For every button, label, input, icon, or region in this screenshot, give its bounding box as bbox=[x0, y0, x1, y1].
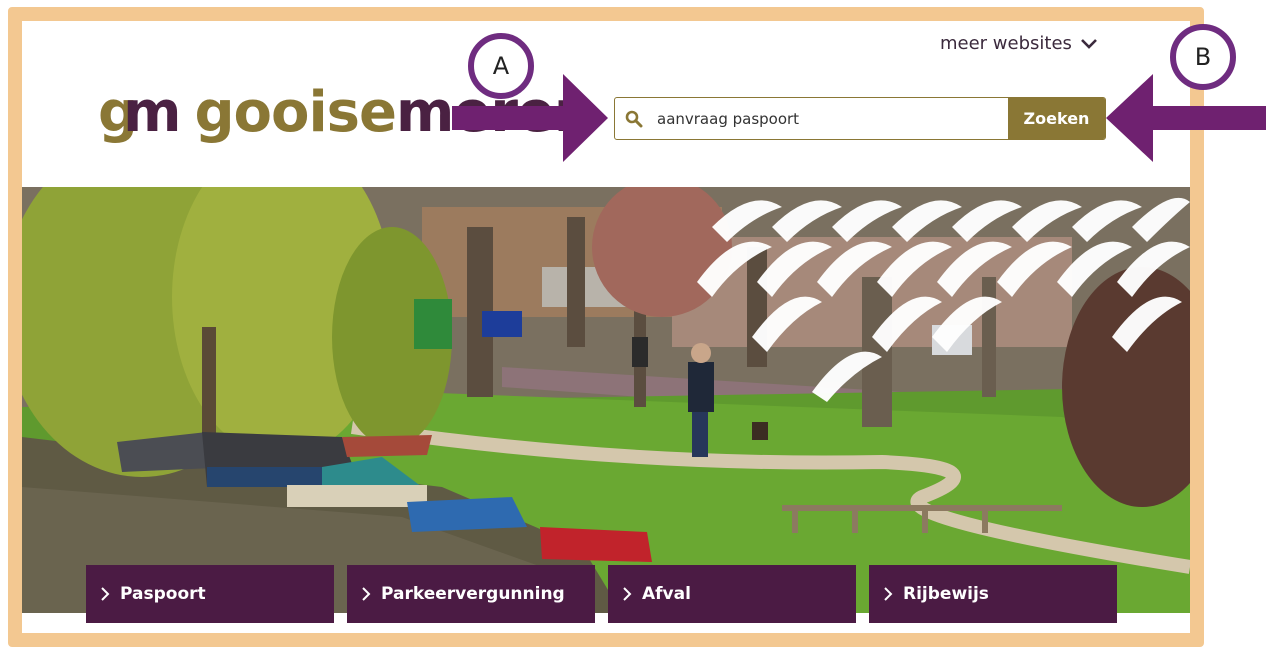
chevron-right-icon bbox=[101, 587, 110, 601]
quick-link-label: Paspoort bbox=[120, 584, 206, 604]
search-icon bbox=[615, 98, 653, 139]
marker-b-label: B bbox=[1194, 43, 1212, 71]
chevron-right-icon bbox=[362, 587, 371, 601]
quick-link-label: Afval bbox=[642, 584, 691, 604]
quick-link-parkeervergunning[interactable]: Parkeervergunning bbox=[347, 565, 595, 623]
marker-b: B bbox=[1170, 24, 1236, 90]
logo-word-part1: gooise bbox=[194, 80, 397, 145]
search-input[interactable] bbox=[653, 98, 1008, 139]
park-canal-photo bbox=[22, 187, 1190, 613]
hero-image bbox=[22, 187, 1190, 613]
chevron-right-icon bbox=[623, 587, 632, 601]
marker-a: A bbox=[468, 33, 534, 99]
more-websites-menu[interactable]: meer websites bbox=[940, 33, 1098, 54]
chevron-down-icon bbox=[1081, 38, 1097, 49]
quick-link-rijbewijs[interactable]: Rijbewijs bbox=[869, 565, 1117, 623]
more-websites-label: meer websites bbox=[940, 33, 1072, 54]
quick-link-paspoort[interactable]: Paspoort bbox=[86, 565, 334, 623]
marker-a-label: A bbox=[492, 52, 510, 80]
search-bar: Zoeken bbox=[614, 97, 1106, 140]
search-button[interactable]: Zoeken bbox=[1008, 98, 1105, 139]
quick-link-label: Parkeervergunning bbox=[381, 584, 565, 604]
logo-m: m bbox=[123, 80, 181, 145]
quick-link-afval[interactable]: Afval bbox=[608, 565, 856, 623]
quick-links: Paspoort Parkeervergunning Afval Rijbewi… bbox=[86, 565, 1117, 623]
page-frame: meer websites gmgooisemeren Zoeken bbox=[8, 7, 1204, 647]
chevron-right-icon bbox=[884, 587, 893, 601]
quick-link-label: Rijbewijs bbox=[903, 584, 989, 604]
